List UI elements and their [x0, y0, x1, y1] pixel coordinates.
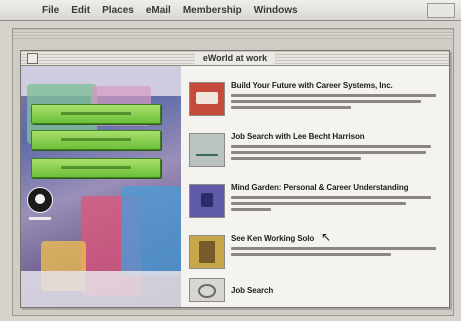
- art-blue-block: [121, 186, 181, 276]
- description-line: [231, 100, 421, 103]
- career-systems-thumbnail-icon[interactable]: [189, 82, 225, 116]
- main-window: eWorld at work Build Your Future with Ca…: [20, 50, 450, 308]
- job-search-icon[interactable]: [189, 278, 225, 302]
- globe-icon[interactable]: [27, 187, 53, 213]
- list-item-lee-hecht-harrison[interactable]: Job Search with Lee Becht Harrison: [189, 129, 445, 173]
- nav-button-2[interactable]: [31, 130, 161, 150]
- menu-email[interactable]: eMail: [146, 5, 171, 16]
- menu-places[interactable]: Places: [102, 5, 134, 16]
- background-window-titlebar[interactable]: [13, 29, 453, 39]
- description-line: [231, 208, 271, 211]
- menu-file[interactable]: File: [42, 5, 59, 16]
- collage-art-panel: [21, 66, 181, 307]
- nav-button-1[interactable]: [31, 104, 161, 124]
- nav-button-3[interactable]: [31, 158, 161, 178]
- description-line: [231, 253, 391, 256]
- description-line: [231, 247, 436, 250]
- list-item-career-systems[interactable]: Build Your Future with Career Systems, I…: [189, 78, 445, 122]
- list-item-title[interactable]: Job Search with Lee Becht Harrison: [231, 132, 365, 141]
- menu-membership[interactable]: Membership: [183, 5, 242, 16]
- list-item-job-search[interactable]: Job Search: [189, 276, 445, 304]
- content-list: Build Your Future with Career Systems, I…: [181, 66, 449, 307]
- job-search-thumbnail-icon[interactable]: [189, 133, 225, 167]
- list-item-working-solo[interactable]: See Ken Working Solo ↖: [189, 231, 445, 275]
- description-line: [231, 196, 431, 199]
- mouse-pointer-icon: ↖: [321, 230, 332, 244]
- description-line: [231, 202, 406, 205]
- list-item-title[interactable]: Job Search: [231, 286, 273, 295]
- description-line: [231, 157, 361, 160]
- list-item-title[interactable]: Build Your Future with Career Systems, I…: [231, 81, 393, 90]
- list-item-title[interactable]: Mind Garden: Personal & Career Understan…: [231, 183, 409, 192]
- description-line: [231, 106, 351, 109]
- menu-edit[interactable]: Edit: [71, 5, 90, 16]
- menu-windows[interactable]: Windows: [254, 5, 298, 16]
- working-solo-thumbnail-icon[interactable]: [189, 235, 225, 269]
- window-titlebar[interactable]: eWorld at work: [21, 51, 449, 66]
- application-menu-icon[interactable]: [427, 3, 455, 18]
- globe-icon-label: [29, 217, 51, 220]
- description-line: [231, 94, 436, 97]
- window-title: eWorld at work: [194, 52, 276, 64]
- close-box-icon[interactable]: [27, 53, 38, 64]
- list-item-title[interactable]: See Ken Working Solo: [231, 234, 314, 243]
- mind-garden-thumbnail-icon[interactable]: [189, 184, 225, 218]
- list-item-mind-garden[interactable]: Mind Garden: Personal & Career Understan…: [189, 180, 445, 224]
- description-line: [231, 151, 426, 154]
- art-light-ground: [21, 271, 181, 307]
- menu-bar: File Edit Places eMail Membership Window…: [0, 0, 461, 21]
- description-line: [231, 145, 431, 148]
